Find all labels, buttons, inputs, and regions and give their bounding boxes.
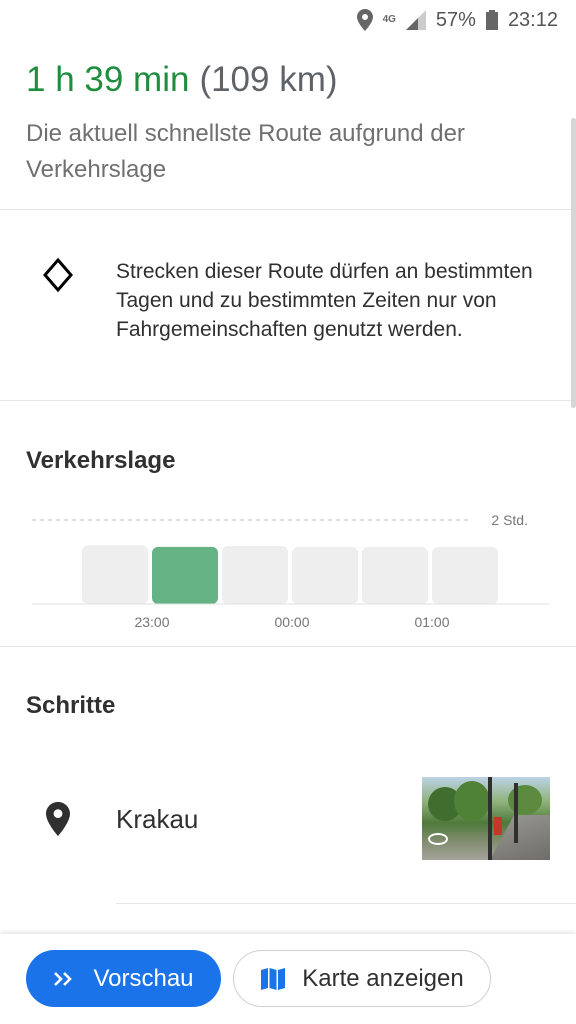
route-distance: (109 km) xyxy=(199,60,338,99)
scroll-indicator[interactable] xyxy=(571,118,576,408)
divider xyxy=(0,646,576,647)
traffic-bar[interactable] xyxy=(292,546,358,604)
traffic-bar[interactable] xyxy=(362,546,428,604)
reference-label: 2 Std. xyxy=(491,512,528,528)
location-pin-icon xyxy=(46,802,70,836)
bottom-action-bar: Vorschau Karte anzeigen xyxy=(0,934,576,1024)
tick-label: 23:00 xyxy=(134,614,169,630)
route-duration: 1 h 39 min xyxy=(26,60,190,99)
street-view-thumbnail[interactable] xyxy=(422,777,550,860)
divider xyxy=(116,903,576,904)
divider xyxy=(0,209,576,210)
route-summary: 1 h 39 min (109 km) xyxy=(26,60,338,100)
preview-button[interactable]: Vorschau xyxy=(26,950,221,1007)
rotate-360-icon xyxy=(428,833,448,845)
signal-icon xyxy=(405,10,426,30)
location-icon xyxy=(356,9,373,31)
preview-label: Vorschau xyxy=(93,964,194,992)
route-description: Die aktuell schnellste Route aufgrund de… xyxy=(26,120,465,183)
tick-label: 01:00 xyxy=(414,614,449,630)
step-item[interactable]: Krakau xyxy=(0,770,576,870)
double-chevron-icon xyxy=(53,971,73,987)
battery-icon xyxy=(485,10,498,30)
traffic-bar-current[interactable] xyxy=(152,546,218,604)
steps-title: Schritte xyxy=(26,692,116,719)
status-time: 23:12 xyxy=(507,8,558,31)
battery-percentage: 57% xyxy=(435,8,476,31)
diamond-icon xyxy=(43,257,73,293)
show-map-label: Karte anzeigen xyxy=(302,964,464,992)
traffic-bar[interactable] xyxy=(432,546,498,604)
show-map-button[interactable]: Karte anzeigen xyxy=(233,950,491,1007)
traffic-bar[interactable] xyxy=(82,545,148,604)
traffic-bar[interactable] xyxy=(222,546,288,604)
carpool-notice: Strecken dieser Route dürfen an bestimmt… xyxy=(116,260,533,341)
divider xyxy=(0,400,576,401)
tick-label: 00:00 xyxy=(274,614,309,630)
status-bar: 4G 57% 23:12 xyxy=(0,0,576,40)
traffic-title: Verkehrslage xyxy=(26,447,176,474)
network-type: 4G xyxy=(382,14,396,25)
step-label: Krakau xyxy=(116,804,199,834)
traffic-chart: 2 Std. 23:00 00:00 01:00 xyxy=(32,512,549,630)
map-icon xyxy=(260,967,286,991)
